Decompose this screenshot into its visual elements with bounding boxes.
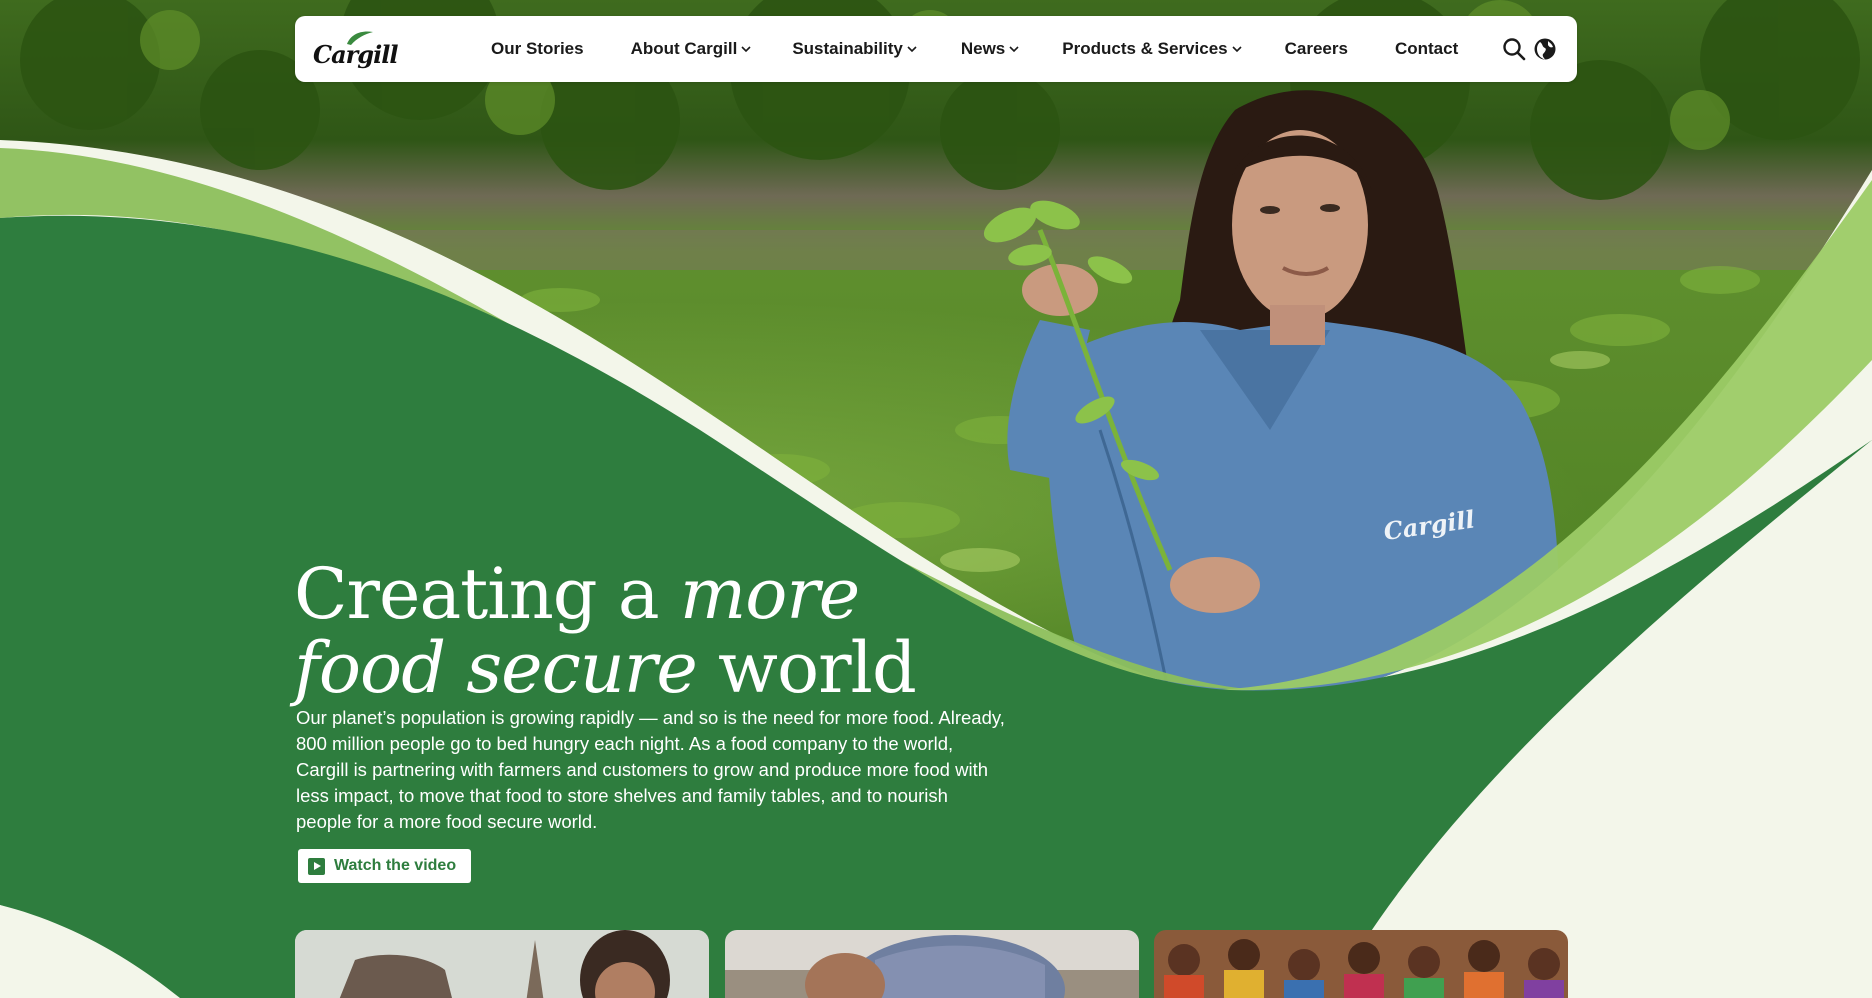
nav-item-label: Contact bbox=[1394, 39, 1459, 58]
story-card-1[interactable] bbox=[295, 930, 709, 998]
story-card-1-image bbox=[295, 930, 709, 998]
story-card-3-image bbox=[1154, 930, 1568, 998]
chevron-down-icon bbox=[1009, 46, 1019, 53]
hero-title: Creating a more food secure world bbox=[294, 557, 994, 705]
search-icon[interactable] bbox=[1502, 37, 1526, 61]
cargill-logo[interactable]: Cargill bbox=[313, 30, 398, 70]
nav-item-label: Sustainability bbox=[792, 39, 903, 58]
chevron-down-icon bbox=[1232, 46, 1242, 53]
nav-item-products-services[interactable]: Products & Services bbox=[1062, 39, 1242, 59]
nav-item-label: Products & Services bbox=[1062, 39, 1228, 58]
hero-title-regular-1: Creating a bbox=[294, 552, 680, 635]
chevron-down-icon bbox=[741, 46, 751, 53]
story-card-2[interactable] bbox=[725, 930, 1139, 998]
nav-item-label: News bbox=[960, 39, 1006, 58]
story-card-3[interactable] bbox=[1154, 930, 1568, 998]
chevron-down-icon bbox=[907, 46, 917, 53]
nav-item-label: About Cargill bbox=[630, 39, 738, 58]
watch-video-button[interactable]: Watch the video bbox=[298, 849, 471, 883]
watch-video-label: Watch the video bbox=[334, 857, 457, 874]
nav-item-news[interactable]: News bbox=[961, 39, 1020, 59]
hero-title-italic-1: more bbox=[679, 552, 860, 635]
nav-item-sustainability[interactable]: Sustainability bbox=[792, 39, 918, 59]
logo-text: Cargill bbox=[313, 40, 398, 69]
main-nav: Cargill Our Stories About Cargill Sustaina… bbox=[295, 16, 1577, 82]
nav-item-our-stories[interactable]: Our Stories bbox=[491, 39, 584, 59]
nav-item-about-cargill[interactable]: About Cargill bbox=[631, 39, 753, 59]
nav-item-label: Careers bbox=[1284, 39, 1348, 58]
nav-menu: Our Stories About Cargill Sustainability Ne… bbox=[491, 16, 1458, 82]
hero-description: Our planet’s population is growing rapid… bbox=[296, 706, 1005, 832]
nav-item-label: Our Stories bbox=[491, 39, 584, 58]
play-icon bbox=[308, 857, 325, 875]
hero-title-regular-2: world bbox=[696, 626, 917, 709]
nav-item-careers[interactable]: Careers bbox=[1285, 39, 1348, 59]
page: Cargill Cargill Our Stories About Cargill… bbox=[0, 0, 1872, 998]
nav-item-contact[interactable]: Contact bbox=[1395, 39, 1458, 59]
hero-title-italic-2: food secure bbox=[294, 626, 698, 709]
hero-image: Cargill bbox=[0, 0, 1872, 998]
globe-icon[interactable] bbox=[1533, 37, 1557, 61]
story-card-2-image bbox=[725, 930, 1139, 998]
